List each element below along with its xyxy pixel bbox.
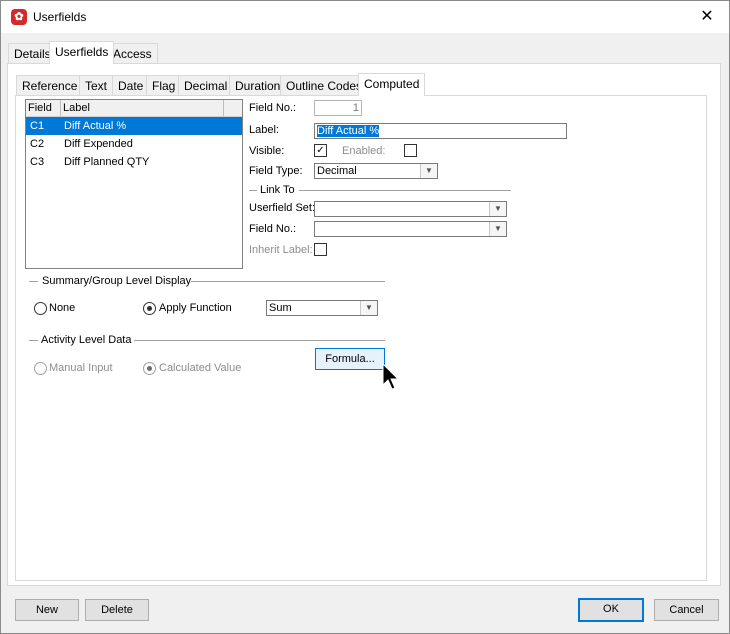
visible-checkbox[interactable]: ✓ — [314, 144, 327, 157]
chevron-down-icon[interactable]: ▼ — [360, 301, 377, 315]
list-item[interactable]: C3 Diff Planned QTY — [26, 153, 242, 171]
enabled-checkbox[interactable] — [404, 144, 417, 157]
link-field-no-select[interactable]: ▼ — [314, 221, 507, 237]
link-to-divider-left — [249, 190, 257, 191]
calculated-value-label: Calculated Value — [159, 362, 242, 374]
field-type-select[interactable]: Decimal ▼ — [314, 163, 438, 179]
field-type-value: Decimal — [317, 165, 357, 177]
link-to-divider — [299, 190, 511, 191]
tab-access[interactable]: Access — [107, 43, 158, 64]
new-button[interactable]: New — [15, 599, 79, 621]
label-label: Label: — [249, 124, 279, 136]
none-label: None — [49, 302, 76, 314]
tab-date[interactable]: Date — [112, 75, 150, 96]
field-no-input[interactable]: 1 — [314, 100, 362, 116]
manual-input-label: Manual Input — [49, 362, 113, 374]
apply-function-label: Apply Function — [159, 302, 232, 314]
summary-divider — [191, 281, 385, 282]
field-no-label: Field No.: — [249, 102, 297, 114]
summary-group-label: Summary/Group Level Display — [42, 275, 192, 287]
close-icon[interactable]: ✕ — [685, 1, 729, 33]
tab-decimal[interactable]: Decimal — [178, 75, 234, 96]
tab-userfields[interactable]: Userfields — [49, 41, 115, 64]
field-type-label: Field Type: — [249, 165, 303, 177]
list-item[interactable]: C2 Diff Expended — [26, 135, 242, 153]
apply-function-radio[interactable] — [143, 302, 156, 315]
tab-reference[interactable]: Reference — [16, 75, 84, 96]
delete-button[interactable]: Delete — [85, 599, 149, 621]
window-title: Userfields — [33, 10, 87, 24]
row-field: C1 — [30, 120, 45, 132]
tab-text[interactable]: Text — [79, 75, 114, 96]
function-value: Sum — [269, 302, 292, 314]
tab-computed[interactable]: Computed — [358, 73, 426, 96]
inherit-label-text: Inherit Label: — [249, 244, 313, 256]
enabled-label: Enabled: — [342, 145, 386, 157]
list-header: Field Label — [26, 100, 242, 117]
row-field: C3 — [30, 156, 45, 168]
formula-button[interactable]: Formula... — [315, 348, 385, 370]
none-radio[interactable] — [34, 302, 47, 315]
tab-duration[interactable]: Duration — [229, 75, 287, 96]
row-field: C2 — [30, 138, 45, 150]
row-label: Diff Actual % — [64, 120, 127, 132]
row-label: Diff Expended — [64, 138, 133, 150]
userfield-set-select[interactable]: ▼ — [314, 201, 507, 217]
ok-button[interactable]: OK — [578, 598, 644, 622]
link-field-no-label: Field No.: — [249, 223, 297, 235]
column-header-field[interactable]: Field — [26, 100, 61, 116]
cancel-button[interactable]: Cancel — [654, 599, 719, 621]
visible-label: Visible: — [249, 145, 285, 157]
column-header-label[interactable]: Label — [61, 100, 224, 116]
activity-divider-left — [29, 340, 38, 341]
app-logo-icon: ✿ — [11, 9, 27, 25]
summary-divider-left — [29, 281, 38, 282]
list-item[interactable]: C1 Diff Actual % — [26, 117, 242, 135]
link-to-group-label: Link To — [260, 184, 295, 196]
title-bar: ✿ Userfields ✕ — [1, 1, 729, 33]
userfields-dialog: ✿ Userfields ✕ Details Userfields Access… — [0, 0, 730, 634]
chevron-down-icon[interactable]: ▼ — [489, 222, 506, 236]
manual-input-radio[interactable] — [34, 362, 47, 375]
label-input[interactable]: Diff Actual % — [314, 123, 567, 139]
tab-flag[interactable]: Flag — [146, 75, 182, 96]
function-select[interactable]: Sum ▼ — [266, 300, 378, 316]
activity-group-label: Activity Level Data — [41, 334, 132, 346]
row-label: Diff Planned QTY — [64, 156, 150, 168]
label-input-value: Diff Actual % — [317, 125, 380, 137]
userfield-set-label: Userfield Set: — [249, 202, 316, 214]
activity-divider — [134, 340, 385, 341]
chevron-down-icon[interactable]: ▼ — [489, 202, 506, 216]
userfield-list[interactable]: Field Label C1 Diff Actual % C2 Diff Exp… — [25, 99, 243, 269]
calculated-value-radio[interactable] — [143, 362, 156, 375]
mouse-pointer-icon — [382, 363, 400, 390]
tab-outline-codes[interactable]: Outline Codes — [280, 75, 369, 96]
chevron-down-icon[interactable]: ▼ — [420, 164, 437, 178]
inherit-label-checkbox[interactable] — [314, 243, 327, 256]
